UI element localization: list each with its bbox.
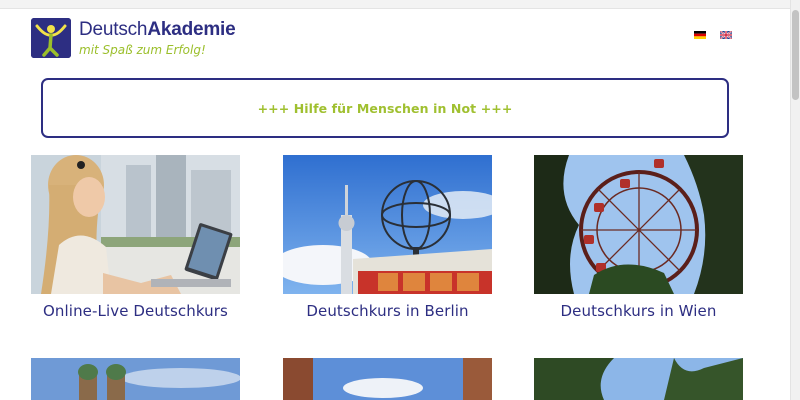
course-title-online: Online-Live Deutschkurs: [43, 302, 228, 320]
site-logo[interactable]: DeutschAkademie mit Spaß zum Erfolg!: [31, 18, 236, 58]
help-notice-text: +++ Hilfe für Menschen in Not +++: [257, 100, 513, 116]
help-notice-banner[interactable]: +++ Hilfe für Menschen in Not +++: [41, 78, 729, 138]
course-card-online[interactable]: Online-Live Deutschkurs: [31, 155, 240, 320]
brand-slogan: mit Spaß zum Erfolg!: [79, 43, 206, 57]
course-card-wien[interactable]: Deutschkurs in Wien: [534, 155, 743, 320]
course-title-berlin: Deutschkurs in Berlin: [306, 302, 469, 320]
course-card-berlin[interactable]: Deutschkurs in Berlin: [283, 155, 492, 320]
course-card-other[interactable]: [534, 358, 743, 400]
browser-top-edge: [0, 0, 800, 9]
hamburg-course-photo: [283, 358, 492, 400]
online-course-photo: [31, 155, 240, 294]
brand-name: DeutschAkademie: [79, 19, 236, 40]
page-scrollbar[interactable]: [790, 0, 800, 400]
language-switcher: [694, 31, 732, 39]
course-title-wien: Deutschkurs in Wien: [560, 302, 717, 320]
logo-figure-icon: [31, 18, 71, 58]
uk-flag-icon[interactable]: [720, 31, 732, 39]
course-card-hamburg[interactable]: [283, 358, 492, 400]
other-course-photo: [534, 358, 743, 400]
muenchen-course-photo: [31, 358, 240, 400]
course-card-muenchen[interactable]: [31, 358, 240, 400]
scrollbar-thumb[interactable]: [792, 10, 799, 100]
german-flag-icon[interactable]: [694, 31, 706, 39]
berlin-course-photo: [283, 155, 492, 294]
wien-course-photo: [534, 155, 743, 294]
